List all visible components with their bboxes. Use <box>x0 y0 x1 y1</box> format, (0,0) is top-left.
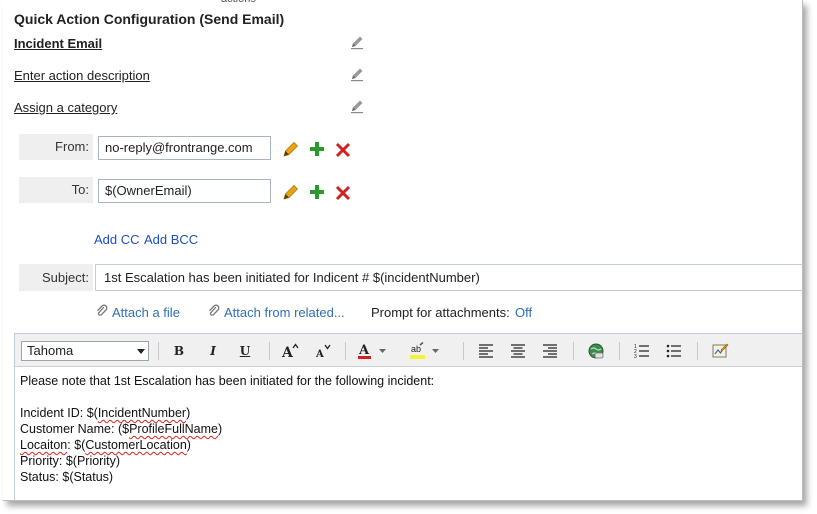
insert-link-globe-icon[interactable] <box>587 342 605 360</box>
bold-button[interactable]: B <box>170 342 188 360</box>
to-label: To: <box>19 177 93 203</box>
editor-toolbar: Tahoma B I U A A A ab 1 2 3 <box>15 334 802 367</box>
align-left-icon[interactable] <box>477 342 495 360</box>
edit-name-pencil-icon[interactable] <box>349 34 365 50</box>
add-to-plus-icon[interactable] <box>308 183 326 201</box>
highlight-color-icon[interactable]: ab <box>409 342 443 360</box>
body-line-intro: Please note that 1st Escalation has been… <box>20 374 435 388</box>
body-line-priority: Priority: $(Priority) <box>20 454 121 468</box>
toolbar-divider <box>573 342 574 360</box>
font-family-value: Tahoma <box>27 343 74 358</box>
prompt-attachments-toggle[interactable]: Off <box>515 305 532 320</box>
edit-description-pencil-icon[interactable] <box>349 66 365 82</box>
from-label: From: <box>19 134 93 160</box>
body-line-incident: Incident ID: $(IncidentNumber) <box>20 406 191 420</box>
chevron-down-icon <box>137 349 145 354</box>
svg-text:A: A <box>358 343 370 358</box>
underline-button[interactable]: U <box>236 342 254 360</box>
align-right-icon[interactable] <box>541 342 559 360</box>
text-color-icon[interactable]: A <box>357 342 389 360</box>
email-body-text[interactable]: Please note that 1st Escalation has been… <box>20 373 434 485</box>
page-title: Quick Action Configuration (Send Email) <box>14 11 285 27</box>
align-center-icon[interactable] <box>509 342 527 360</box>
svg-text:A: A <box>281 345 294 360</box>
edit-from-pencil-icon[interactable] <box>282 140 300 158</box>
quick-action-window: actions Quick Action Configuration (Send… <box>3 0 803 501</box>
decrease-font-size-icon[interactable]: A <box>313 342 331 360</box>
body-line-customer: Customer Name: ($ProfileFullName) <box>20 422 223 436</box>
edit-to-pencil-icon[interactable] <box>282 183 300 201</box>
action-category-link[interactable]: Assign a category <box>14 100 117 115</box>
svg-text:ab: ab <box>411 344 421 354</box>
paperclip-icon <box>97 304 108 316</box>
insert-image-icon[interactable] <box>711 342 729 360</box>
delete-to-x-icon[interactable] <box>334 184 352 202</box>
body-line-location: Locaiton: $(CustomerLocation) <box>20 438 191 452</box>
toolbar-divider <box>697 342 698 360</box>
action-description-link[interactable]: Enter action description <box>14 68 150 83</box>
svg-text:A: A <box>315 349 324 360</box>
toolbar-divider <box>158 342 159 360</box>
toolbar-divider <box>269 342 270 360</box>
attach-file-link[interactable]: Attach a file <box>112 305 180 320</box>
add-bcc-link[interactable]: Add BCC <box>144 232 198 247</box>
prompt-attachments-label: Prompt for attachments: <box>371 305 510 320</box>
delete-from-x-icon[interactable] <box>334 141 352 159</box>
subject-label: Subject: <box>19 264 93 291</box>
email-body-editor: Tahoma B I U A A A ab 1 2 3 Please note … <box>14 333 802 500</box>
bulleted-list-icon[interactable] <box>665 342 683 360</box>
increase-font-size-icon[interactable]: A <box>281 342 299 360</box>
font-family-select[interactable]: Tahoma <box>21 341 149 361</box>
action-name-link[interactable]: Incident Email <box>14 36 102 51</box>
toolbar-divider <box>463 342 464 360</box>
svg-text:3: 3 <box>634 354 637 360</box>
numbered-list-icon[interactable]: 1 2 3 <box>633 342 651 360</box>
toolbar-divider <box>619 342 620 360</box>
italic-button[interactable]: I <box>204 342 222 360</box>
to-field[interactable]: $(OwnerEmail) <box>98 179 271 203</box>
clipped-header-text: actions <box>221 0 256 5</box>
edit-category-pencil-icon[interactable] <box>349 98 365 114</box>
toolbar-divider <box>345 342 346 360</box>
from-field[interactable]: no-reply@frontrange.com <box>98 136 271 160</box>
subject-field[interactable]: 1st Escalation has been initiated for In… <box>95 264 803 291</box>
paperclip-icon <box>209 304 220 316</box>
body-line-status: Status: $(Status) <box>20 470 114 484</box>
add-cc-link[interactable]: Add CC <box>94 232 140 247</box>
attach-from-related-link[interactable]: Attach from related... <box>224 305 345 320</box>
add-from-plus-icon[interactable] <box>308 140 326 158</box>
